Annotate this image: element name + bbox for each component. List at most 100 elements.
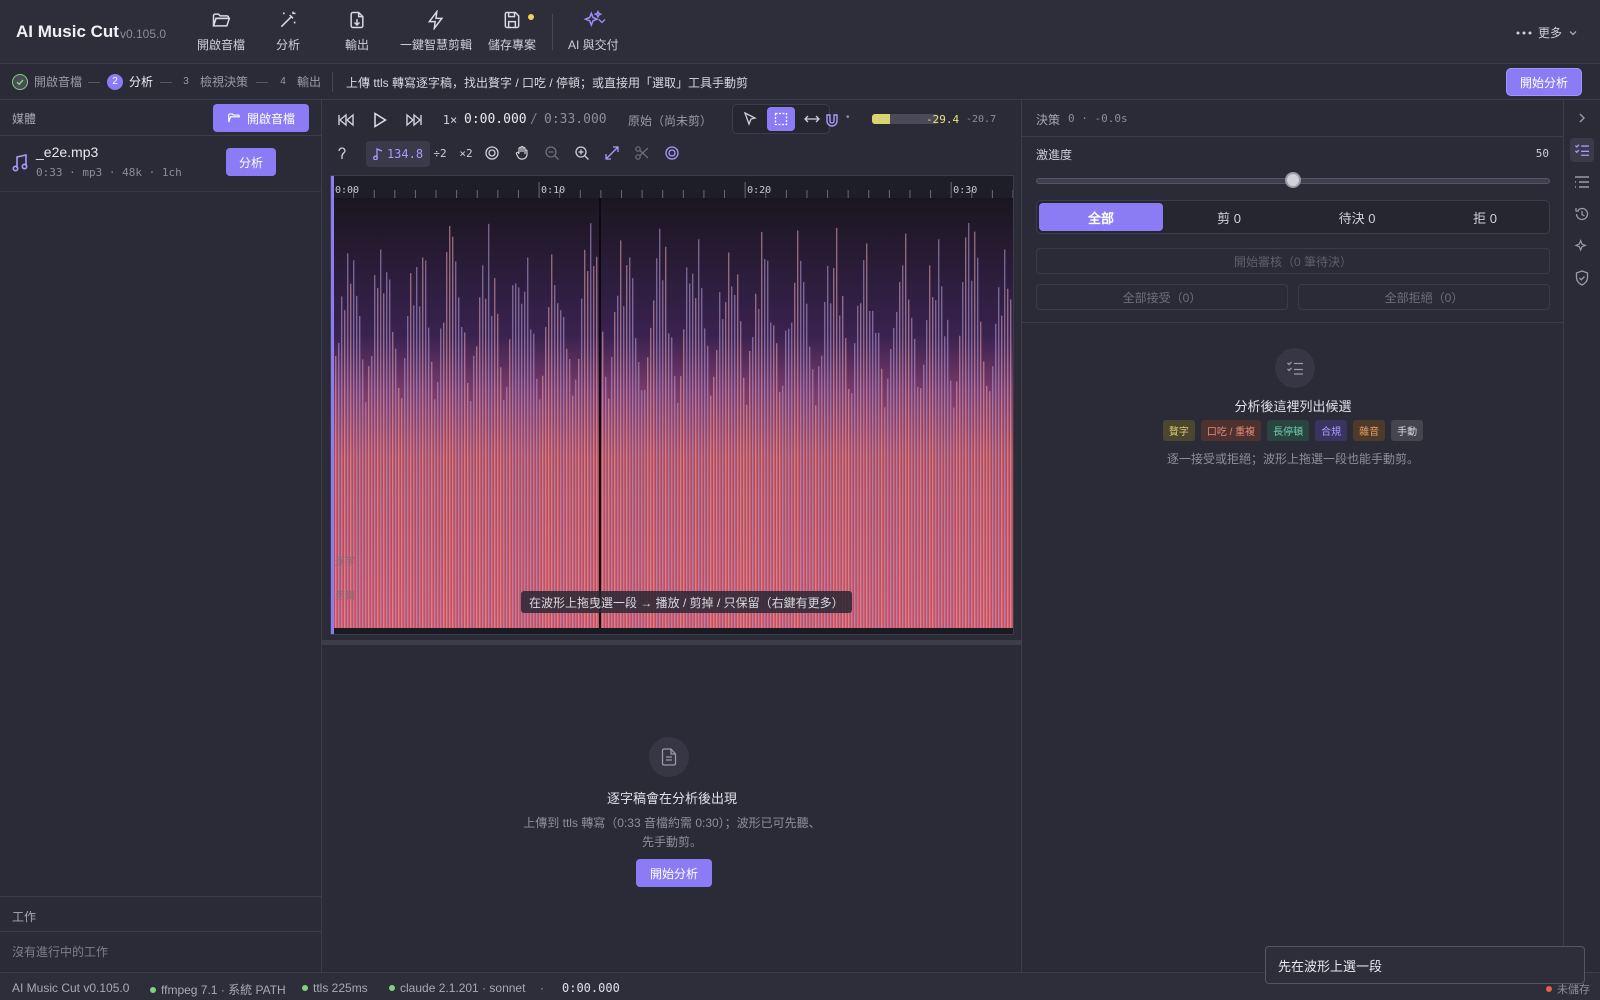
waveform-bar [773,325,775,628]
waveform-bar [809,346,811,628]
step-separator [256,82,268,83]
waveform-bar [785,330,787,628]
rail-ai-button[interactable] [1570,234,1594,258]
tag-compliance: 合規 [1315,420,1348,441]
slider-thumb[interactable] [1285,172,1301,188]
playhead[interactable] [331,176,334,635]
ruler-tick-label: 0:20 [747,185,771,196]
waveform-bar [401,398,403,628]
waveform-bar [941,286,943,628]
tab-all[interactable]: 全部 [1039,203,1163,231]
tab-pending[interactable]: 待決 0 [1295,203,1419,231]
play-button[interactable] [370,110,390,130]
accept-all-button[interactable]: 全部接受（0） [1036,284,1288,310]
expand-icon [605,146,619,160]
skip-back-button[interactable] [336,110,356,130]
waveform-bar [656,258,658,628]
waveform-bar [761,231,763,628]
tab-rejected[interactable]: 拒 0 [1423,203,1547,231]
more-menu-button[interactable]: 更多 [1516,24,1578,41]
media-file-row[interactable]: _e2e.mp3 0:33 · mp3 · 48k · 1ch 分析 [0,136,321,192]
waveform-bar [824,301,826,628]
bpm-button[interactable]: 134.8 [366,141,430,167]
skip-forward-button[interactable] [404,110,424,130]
zoom-out-icon [545,146,559,160]
file-name: _e2e.mp3 [36,144,99,160]
waveform-bar [440,328,442,628]
bpm-double-button[interactable]: ×2 [456,143,476,163]
speed-button[interactable]: 1× [438,110,462,130]
waveform-bar [998,287,1000,628]
rail-compliance-button[interactable] [1570,266,1594,290]
waveform-bar [410,273,412,628]
waveform-bar [425,260,427,628]
collapse-panel-button[interactable] [1570,106,1594,130]
start-analysis-button[interactable]: 開始分析 [1506,68,1582,96]
focus-button[interactable] [662,143,682,163]
open-audio-button[interactable]: 開啟音檔 [197,10,245,53]
waveform-bar [725,302,727,628]
waveform-bar [758,308,760,628]
target-icon [665,146,679,160]
smart-cut-button[interactable]: 一鍵智慧剪輯 [400,10,472,53]
waveform-bar [788,328,790,628]
waveform-view[interactable]: 0:00 0:10 0:20 0:30 逐字 剪輯 在波形上拖曳選一段 → 播放 / … [330,175,1014,635]
waveform-bar [686,267,688,628]
history-icon [1575,207,1589,221]
waveform-bar [527,257,529,628]
export-button[interactable]: 輸出 [345,10,369,53]
open-audio-button[interactable]: 開啟音檔 [213,104,309,132]
waveform-bar [947,319,949,628]
step-export[interactable]: 4 輸出 [275,73,321,90]
cut-button[interactable] [632,143,652,163]
pan-tool-button[interactable] [512,143,532,163]
music-note-icon [372,148,383,160]
waveform-bar [728,252,730,628]
waveform-bar [953,407,955,628]
rail-decisions-button[interactable] [1570,138,1594,162]
start-analysis-button[interactable]: 開始分析 [636,859,712,887]
list-indent-icon [1575,176,1589,188]
waveform-bar [806,303,808,628]
waveform-bar [392,331,394,628]
rail-history-button[interactable] [1570,202,1594,226]
zoom-in-button[interactable] [572,143,592,163]
metronome-button[interactable] [482,143,502,163]
pointer-tool-button[interactable] [737,107,763,131]
snap-toggle[interactable] [822,110,842,130]
ruler-tick-label: 0:00 [335,185,359,196]
rail-chapters-button[interactable] [1570,170,1594,194]
waveform-bar [443,322,445,628]
tab-cut[interactable]: 剪 0 [1167,203,1291,231]
waveform-canvas[interactable]: 0:00 0:10 0:20 0:30 逐字 剪輯 [331,176,1014,635]
waveform-bar [626,265,628,628]
analyze-button[interactable]: 分析 [276,10,300,53]
step-review[interactable]: 3 檢視決策 [178,73,248,90]
step-open-audio[interactable]: 開啟音檔 [12,73,82,90]
step-number: 4 [280,76,286,87]
step-analyze[interactable]: 2 分析 [107,73,153,90]
bpm-halve-button[interactable]: ÷2 [430,143,450,163]
waveform-bar [662,280,664,628]
step-label: 分析 [129,75,154,89]
analyze-file-button[interactable]: 分析 [226,148,276,176]
tuner-button[interactable] [332,143,352,163]
waveform-bar [683,329,685,628]
waveform-bar [638,361,640,628]
tag-long-pause: 長停頓 [1267,420,1310,441]
zoom-out-button[interactable] [542,143,562,163]
waveform-bar [362,359,364,628]
lightning-icon [427,10,444,30]
waveform-bar [611,356,613,628]
status-ffmpeg: ffmpeg 7.1 · 系統 PATH [150,981,286,998]
waveform-bar [872,310,874,628]
waveform-bar [635,337,637,628]
waveform-bar [620,240,622,628]
start-review-button[interactable]: 開始審核（0 筆待決） [1036,248,1550,274]
app-title: AI Music Cut [16,22,119,41]
fit-view-button[interactable] [602,143,622,163]
select-tool-button[interactable] [767,107,795,131]
ai-deliver-button[interactable]: AI 與交付 [568,10,619,53]
waveform-bar [344,310,346,628]
reject-all-button[interactable]: 全部拒絕（0） [1298,284,1550,310]
